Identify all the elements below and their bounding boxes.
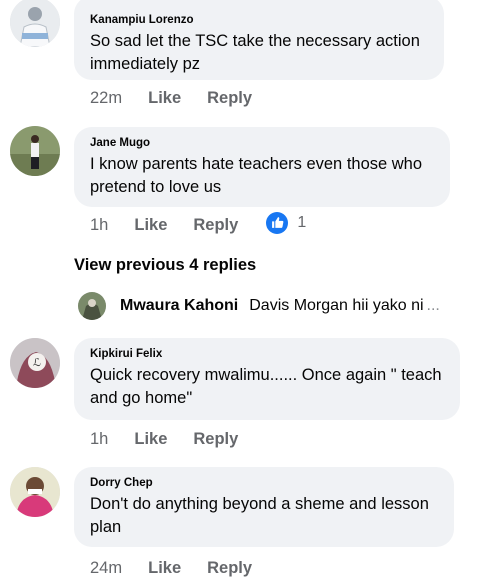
like-button[interactable]: Like (148, 559, 181, 578)
comment-bubble: Dorry Chep Don't do anything beyond a sh… (74, 467, 454, 547)
comment-time[interactable]: 1h (90, 430, 108, 449)
reply-button[interactable]: Reply (207, 559, 252, 578)
comment-bubble: Kipkirui Felix Quick recovery mwalimu...… (74, 338, 460, 420)
comment-bubble: Kanampiu Lorenzo So sad let the TSC take… (74, 0, 444, 80)
comment-text: I know parents hate teachers even those … (90, 155, 423, 196)
thumbs-up-icon (266, 211, 289, 234)
comment-author[interactable]: Kanampiu Lorenzo (90, 13, 428, 27)
svg-text:ℒ: ℒ (33, 356, 41, 369)
comment-time[interactable]: 22m (90, 89, 122, 108)
avatar (78, 292, 106, 320)
reply-button[interactable]: Reply (207, 89, 252, 108)
avatar[interactable] (10, 126, 60, 176)
comment-author[interactable]: Kipkirui Felix (90, 347, 444, 361)
comment-text: Don't do anything beyond a sheme and les… (90, 495, 429, 536)
reaction-count: 1 (297, 213, 307, 231)
comment-actions: 22m Like Reply (90, 89, 278, 108)
like-button[interactable]: Like (134, 430, 167, 449)
comment-actions: 1h Like Reply 1 (90, 211, 306, 235)
comment-time[interactable]: 1h (90, 216, 108, 235)
comment-author[interactable]: Jane Mugo (90, 136, 434, 150)
reply-author[interactable]: Mwaura Kahoni (120, 297, 238, 315)
reply-ellipsis: ... (426, 297, 440, 314)
avatar[interactable] (10, 467, 60, 517)
reply-button[interactable]: Reply (193, 216, 238, 235)
like-button[interactable]: Like (148, 89, 181, 108)
reaction-summary[interactable]: 1 (266, 211, 307, 234)
comment-author[interactable]: Dorry Chep (90, 476, 438, 490)
avatar[interactable] (10, 0, 60, 47)
reply-preview[interactable]: Mwaura Kahoni Davis Morgan hii yako ni .… (78, 292, 440, 320)
like-button[interactable]: Like (134, 216, 167, 235)
comment-text: So sad let the TSC take the necessary ac… (90, 32, 420, 73)
comment-text: Quick recovery mwalimu...... Once again … (90, 366, 442, 407)
reply-text: Davis Morgan hii yako ni (249, 297, 424, 314)
comment-bubble: Jane Mugo I know parents hate teachers e… (74, 127, 450, 207)
comment-actions: 1h Like Reply (90, 430, 264, 449)
view-previous-replies-link[interactable]: View previous 4 replies (74, 256, 256, 275)
avatar[interactable]: ℒ (10, 338, 60, 388)
comment-time[interactable]: 24m (90, 559, 122, 578)
comment-actions: 24m Like Reply (90, 559, 278, 578)
reply-button[interactable]: Reply (193, 430, 238, 449)
